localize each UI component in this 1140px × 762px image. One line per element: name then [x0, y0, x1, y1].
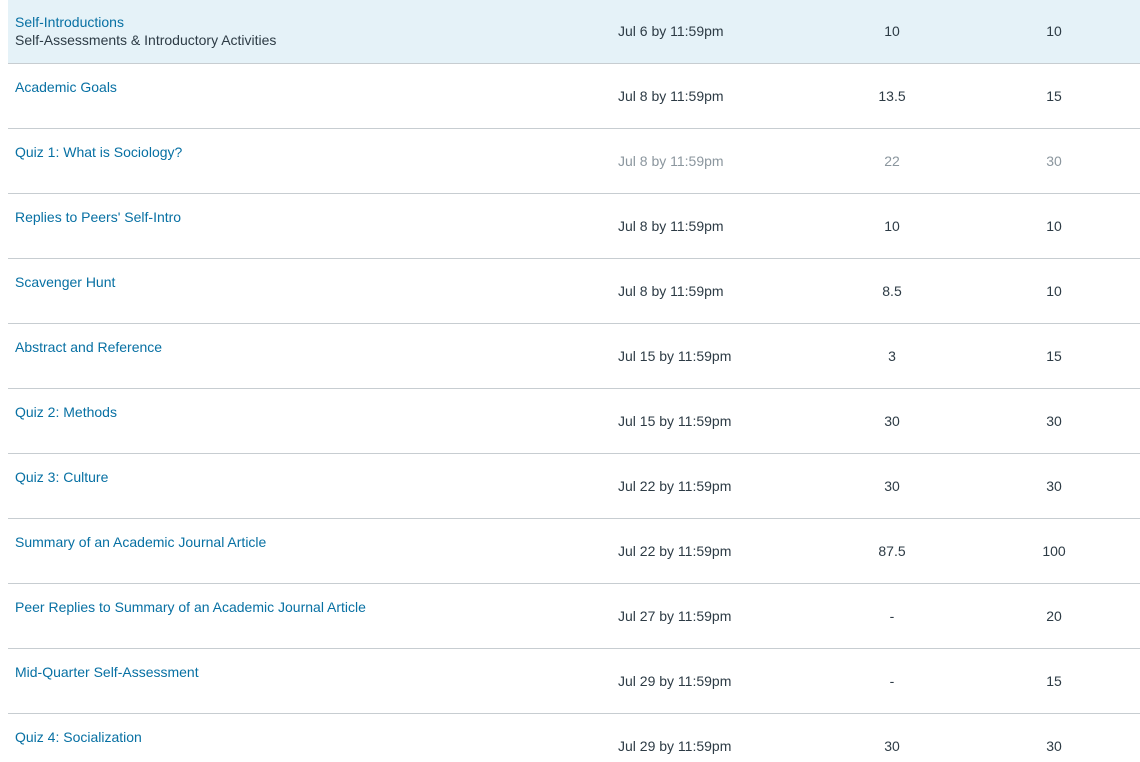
due-date: Jul 29 by 11:59pm [618, 673, 732, 689]
assignment-row: Abstract and Reference Jul 15 by 11:59pm… [8, 325, 1140, 389]
points-possible: 100 [1042, 543, 1066, 559]
assignment-name-cell: Quiz 4: Socialization [15, 728, 142, 746]
assignment-row: Peer Replies to Summary of an Academic J… [8, 585, 1140, 649]
assignment-link[interactable]: Self-Introductions [15, 13, 276, 31]
score: 22 [884, 153, 900, 169]
score: - [889, 673, 895, 689]
assignment-row: Replies to Peers' Self-Intro Jul 8 by 11… [8, 195, 1140, 259]
points-possible: 10 [1046, 218, 1062, 234]
due-date: Jul 8 by 11:59pm [618, 153, 724, 169]
assignment-link[interactable]: Scavenger Hunt [15, 273, 115, 291]
assignment-row: Scavenger Hunt Jul 8 by 11:59pm 8.5 10 [8, 260, 1140, 324]
due-date: Jul 15 by 11:59pm [618, 413, 732, 429]
points-possible: 10 [1046, 283, 1062, 299]
assignment-link[interactable]: Abstract and Reference [15, 338, 162, 356]
assignment-name-cell: Peer Replies to Summary of an Academic J… [15, 598, 366, 616]
points-possible: 30 [1046, 413, 1062, 429]
score: 30 [884, 478, 900, 494]
score: 10 [884, 23, 900, 39]
points-possible: 10 [1046, 23, 1062, 39]
assignment-link[interactable]: Quiz 1: What is Sociology? [15, 143, 182, 161]
score: 87.5 [878, 543, 906, 559]
assignment-link[interactable]: Quiz 4: Socialization [15, 728, 142, 746]
assignment-name-cell: Academic Goals [15, 78, 117, 96]
due-date: Jul 8 by 11:59pm [618, 283, 724, 299]
points-possible: 15 [1046, 673, 1062, 689]
points-possible: 15 [1046, 348, 1062, 364]
points-possible: 30 [1046, 478, 1062, 494]
due-date: Jul 6 by 11:59pm [618, 23, 724, 39]
assignment-link[interactable]: Summary of an Academic Journal Article [15, 533, 266, 551]
points-possible: 30 [1046, 153, 1062, 169]
score: 8.5 [882, 283, 902, 299]
score: 30 [884, 738, 900, 754]
assignment-name-cell: Quiz 1: What is Sociology? [15, 143, 182, 161]
points-possible: 20 [1046, 608, 1062, 624]
assignment-link[interactable]: Replies to Peers' Self-Intro [15, 208, 181, 226]
due-date: Jul 15 by 11:59pm [618, 348, 732, 364]
score: 3 [888, 348, 896, 364]
due-date: Jul 29 by 11:59pm [618, 738, 732, 754]
points-possible: 15 [1046, 88, 1062, 104]
points-possible: 30 [1046, 738, 1062, 754]
assignment-name-cell: Self-Introductions Self-Assessments & In… [15, 13, 276, 49]
score: - [889, 608, 895, 624]
due-date: Jul 22 by 11:59pm [618, 478, 732, 494]
assignment-row: Academic Goals Jul 8 by 11:59pm 13.5 15 [8, 65, 1140, 129]
assignment-name-cell: Scavenger Hunt [15, 273, 115, 291]
due-date: Jul 27 by 11:59pm [618, 608, 732, 624]
assignment-link[interactable]: Peer Replies to Summary of an Academic J… [15, 598, 366, 616]
assignment-group-label: Self-Assessments & Introductory Activiti… [15, 32, 277, 48]
assignment-name-cell: Mid-Quarter Self-Assessment [15, 663, 199, 681]
assignment-row: Quiz 2: Methods Jul 15 by 11:59pm 30 30 [8, 390, 1140, 454]
due-date: Jul 8 by 11:59pm [618, 88, 724, 104]
assignment-link[interactable]: Academic Goals [15, 78, 117, 96]
score: 30 [884, 413, 900, 429]
assignment-link[interactable]: Quiz 2: Methods [15, 403, 117, 421]
due-date: Jul 8 by 11:59pm [618, 218, 724, 234]
assignment-name-cell: Replies to Peers' Self-Intro [15, 208, 181, 226]
assignment-link[interactable]: Quiz 3: Culture [15, 468, 108, 486]
assignment-row: Quiz 3: Culture Jul 22 by 11:59pm 30 30 [8, 455, 1140, 519]
score: 13.5 [878, 88, 906, 104]
assignment-row: Mid-Quarter Self-Assessment Jul 29 by 11… [8, 650, 1140, 714]
score: 10 [884, 218, 900, 234]
assignment-name-cell: Summary of an Academic Journal Article [15, 533, 266, 551]
assignment-link[interactable]: Mid-Quarter Self-Assessment [15, 663, 199, 681]
grades-table: Self-Introductions Self-Assessments & In… [0, 0, 1140, 762]
due-date: Jul 22 by 11:59pm [618, 543, 732, 559]
assignment-row: Summary of an Academic Journal Article J… [8, 520, 1140, 584]
assignment-row: Quiz 4: Socialization Jul 29 by 11:59pm … [8, 715, 1140, 762]
assignment-name-cell: Quiz 2: Methods [15, 403, 117, 421]
assignment-name-cell: Abstract and Reference [15, 338, 162, 356]
assignment-row: Quiz 1: What is Sociology? Jul 8 by 11:5… [8, 130, 1140, 194]
assignment-row: Self-Introductions Self-Assessments & In… [8, 0, 1140, 64]
assignment-name-cell: Quiz 3: Culture [15, 468, 108, 486]
